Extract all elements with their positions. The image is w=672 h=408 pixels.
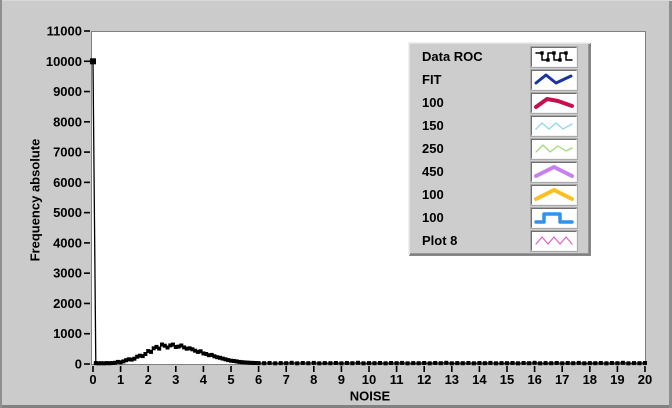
svg-text:7: 7 — [283, 372, 290, 387]
svg-text:13: 13 — [445, 372, 459, 387]
svg-text:7000: 7000 — [53, 145, 82, 160]
svg-text:9: 9 — [338, 372, 345, 387]
legend-line-style-icon[interactable] — [531, 93, 577, 113]
svg-text:19: 19 — [610, 372, 624, 387]
x-axis-label: NOISE — [350, 389, 390, 404]
svg-text:1000: 1000 — [53, 326, 82, 341]
legend-item-100[interactable]: 100 — [408, 91, 590, 114]
legend-item-data-roc[interactable]: Data ROC — [408, 45, 590, 68]
legend-line-style-icon[interactable] — [531, 162, 577, 182]
legend-item-plot-8[interactable]: Plot 8 — [408, 229, 590, 252]
legend-line-style-icon[interactable] — [531, 185, 577, 205]
svg-text:2: 2 — [145, 372, 152, 387]
svg-text:12: 12 — [417, 372, 431, 387]
svg-text:16: 16 — [527, 372, 541, 387]
svg-text:3000: 3000 — [53, 266, 82, 281]
legend-line-style-icon[interactable] — [531, 47, 577, 67]
legend-item-label: 450 — [422, 164, 531, 179]
legend-item-label: 100 — [422, 187, 531, 202]
svg-text:8000: 8000 — [53, 114, 82, 129]
svg-text:4000: 4000 — [53, 235, 82, 250]
legend-line-style-icon[interactable] — [531, 70, 577, 90]
legend-item-label: 100 — [422, 95, 531, 110]
legend-item-label: FIT — [422, 72, 531, 87]
legend-item-label: 250 — [422, 141, 531, 156]
legend-item-label: Plot 8 — [422, 233, 531, 248]
svg-text:3: 3 — [172, 372, 179, 387]
legend-item-label: 150 — [422, 118, 531, 133]
y-axis-label: Frequency absolute — [28, 139, 43, 262]
svg-text:17: 17 — [555, 372, 569, 387]
svg-text:9000: 9000 — [53, 84, 82, 99]
legend-item-100[interactable]: 100 — [408, 183, 590, 206]
svg-text:1: 1 — [117, 372, 124, 387]
legend-item-250[interactable]: 250 — [408, 137, 590, 160]
svg-text:5: 5 — [227, 372, 234, 387]
chart-panel: 0100020003000400050006000700080009000100… — [0, 0, 672, 408]
svg-text:11000: 11000 — [47, 24, 82, 39]
legend-item-fit[interactable]: FIT — [408, 68, 590, 91]
legend-line-style-icon[interactable] — [531, 231, 577, 251]
legend-item-150[interactable]: 150 — [408, 114, 590, 137]
svg-text:4: 4 — [200, 372, 208, 387]
svg-text:8: 8 — [310, 372, 317, 387]
svg-text:18: 18 — [583, 372, 597, 387]
svg-text:10: 10 — [362, 372, 376, 387]
svg-text:14: 14 — [472, 372, 487, 387]
legend-item-label: 100 — [422, 210, 531, 225]
svg-text:10000: 10000 — [46, 54, 82, 69]
legend-line-style-icon[interactable] — [531, 139, 577, 159]
legend-line-style-icon[interactable] — [531, 116, 577, 136]
svg-text:5000: 5000 — [53, 205, 82, 220]
svg-text:2000: 2000 — [53, 296, 82, 311]
svg-text:0: 0 — [75, 357, 82, 372]
svg-text:15: 15 — [500, 372, 514, 387]
svg-text:6: 6 — [255, 372, 262, 387]
legend-item-100[interactable]: 100 — [408, 206, 590, 229]
svg-text:11: 11 — [390, 372, 404, 387]
svg-text:20: 20 — [638, 372, 652, 387]
svg-text:6000: 6000 — [53, 175, 82, 190]
legend-item-label: Data ROC — [422, 49, 531, 64]
plot-legend: Data ROC FIT 100 150 250 450 100 100 Plot 8 — [408, 42, 590, 255]
legend-item-450[interactable]: 450 — [408, 160, 590, 183]
legend-line-style-icon[interactable] — [531, 208, 577, 228]
svg-text:0: 0 — [89, 372, 96, 387]
